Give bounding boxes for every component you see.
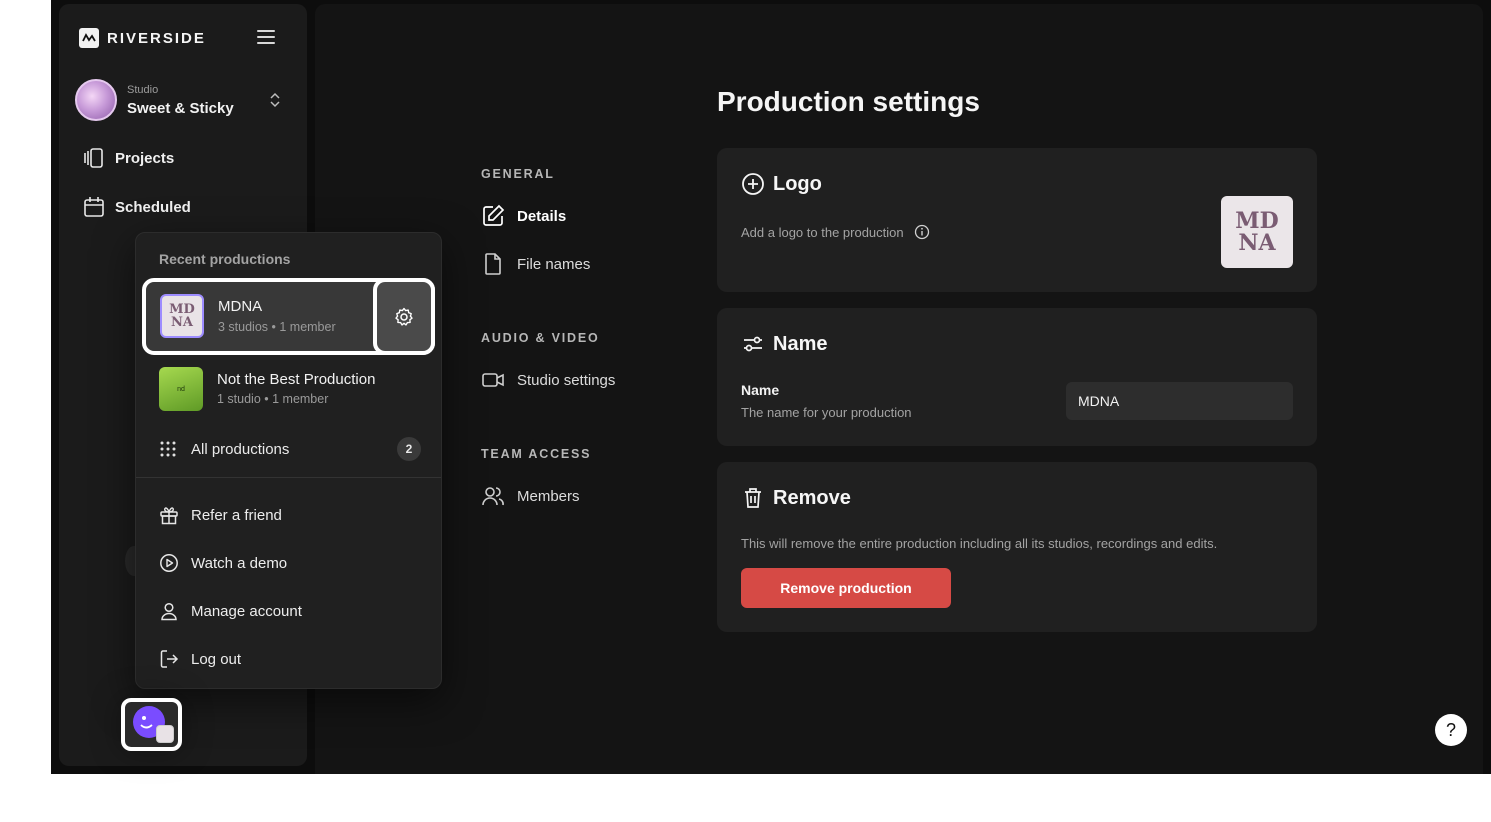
menu-item-log-out[interactable]: Log out [159, 649, 241, 669]
studio-name: Sweet & Sticky [127, 99, 234, 117]
settings-section-team-access: TEAM ACCESS [481, 447, 592, 461]
production-thumbnail-text: nd [177, 385, 185, 393]
logout-icon [160, 650, 179, 668]
production-thumbnail: MD NA [160, 294, 204, 338]
settings-nav-file-names[interactable]: File names [481, 252, 590, 276]
production-logo-text: MD NA [1235, 208, 1279, 256]
nav-scheduled-label: Scheduled [115, 198, 191, 216]
help-button[interactable]: ? [1435, 714, 1467, 746]
remove-card: Remove This will remove the entire produ… [717, 462, 1317, 632]
name-field-help: The name for your production [741, 405, 912, 420]
production-name: MDNA [218, 298, 263, 315]
studio-kicker: Studio [127, 83, 159, 96]
production-meta: 3 studios • 1 member [218, 320, 336, 334]
chevron-up-down-icon [270, 92, 280, 108]
settings-section-audio-video: AUDIO & VIDEO [481, 331, 600, 345]
logo-card-title: Logo [773, 172, 822, 195]
menu-item-refer-friend-label: Refer a friend [191, 506, 282, 524]
name-card-title: Name [773, 332, 828, 355]
production-item-active[interactable]: MD NA MDNA 3 studios • 1 member [142, 278, 435, 355]
production-item[interactable]: nd Not the Best Production 1 studio • 1 … [159, 367, 419, 413]
menu-item-log-out-label: Log out [191, 650, 242, 668]
settings-nav-details-label: Details [517, 207, 567, 225]
gift-icon [160, 507, 178, 525]
remove-card-desc: This will remove the entire production i… [741, 536, 1218, 551]
name-card-header: Name [741, 332, 827, 356]
info-icon[interactable] [914, 224, 930, 240]
nav-projects-label: Projects [115, 149, 175, 167]
productions-count-badge: 2 [397, 437, 421, 461]
production-mini-logo [156, 725, 174, 743]
logo-card-desc-row: Add a logo to the production [741, 224, 930, 240]
logo-card: Logo Add a logo to the production MD NA [717, 148, 1317, 292]
members-icon [482, 487, 504, 506]
hamburger-menu-icon[interactable] [257, 30, 275, 44]
production-meta: 1 studio • 1 member [217, 392, 329, 406]
video-camera-icon [482, 373, 504, 387]
menu-item-watch-demo-label: Watch a demo [191, 554, 288, 572]
recent-productions-popover: Recent productions MD NA MDNA 3 studios … [135, 232, 442, 689]
production-name: Not the Best Production [217, 371, 376, 388]
remove-card-title: Remove [773, 486, 851, 509]
production-name-input[interactable] [1066, 382, 1293, 420]
menu-divider [136, 477, 441, 478]
brand-name: RIVERSIDE [107, 29, 206, 47]
projects-icon [84, 148, 103, 168]
all-productions-label: All productions [191, 440, 290, 458]
nav-projects[interactable]: Projects [83, 148, 174, 168]
menu-item-manage-account-label: Manage account [191, 602, 302, 620]
user-icon [161, 602, 177, 621]
edit-icon [483, 204, 505, 226]
play-circle-icon [160, 554, 178, 572]
file-icon [485, 253, 501, 275]
app-window: RIVERSIDE Studio Sweet & Sticky Projects… [51, 0, 1491, 774]
production-thumbnail: nd [159, 367, 203, 411]
grid-dots-icon [160, 441, 176, 457]
menu-item-watch-demo[interactable]: Watch a demo [159, 553, 287, 573]
settings-nav-members-label: Members [517, 487, 580, 505]
all-productions-link[interactable]: All productions 2 [159, 437, 421, 461]
gear-icon [395, 307, 413, 326]
page-title: Production settings [717, 86, 980, 117]
menu-item-manage-account[interactable]: Manage account [159, 601, 302, 621]
studio-switcher[interactable]: Studio Sweet & Sticky [75, 78, 291, 122]
logo-card-desc: Add a logo to the production [741, 224, 904, 240]
name-card: Name Name The name for your production [717, 308, 1317, 446]
user-avatar-button[interactable] [121, 698, 182, 751]
name-field-label: Name [741, 382, 780, 398]
menu-item-refer-friend[interactable]: Refer a friend [159, 505, 282, 525]
production-thumbnail-text: MD NA [169, 302, 195, 330]
sliders-icon [744, 336, 762, 352]
brand[interactable]: RIVERSIDE [79, 28, 206, 48]
remove-production-button[interactable]: Remove production [741, 568, 951, 608]
nav-scheduled[interactable]: Scheduled [83, 196, 191, 218]
settings-nav-details[interactable]: Details [481, 204, 566, 228]
studio-avatar [75, 79, 117, 121]
recent-productions-title: Recent productions [159, 251, 291, 267]
production-logo-image[interactable]: MD NA [1221, 196, 1293, 268]
settings-nav-members[interactable]: Members [481, 484, 580, 508]
riverside-logo-icon [79, 28, 99, 48]
settings-nav-studio-settings-label: Studio settings [517, 371, 616, 389]
settings-nav-file-names-label: File names [517, 255, 591, 273]
trash-icon [745, 488, 761, 508]
add-circle-icon [742, 173, 764, 195]
calendar-icon [84, 197, 104, 217]
settings-section-general: GENERAL [481, 167, 555, 181]
logo-card-header[interactable]: Logo [741, 172, 822, 196]
production-settings-button[interactable] [373, 278, 435, 355]
settings-nav-studio-settings[interactable]: Studio settings [481, 368, 615, 392]
remove-card-header: Remove [741, 486, 851, 510]
